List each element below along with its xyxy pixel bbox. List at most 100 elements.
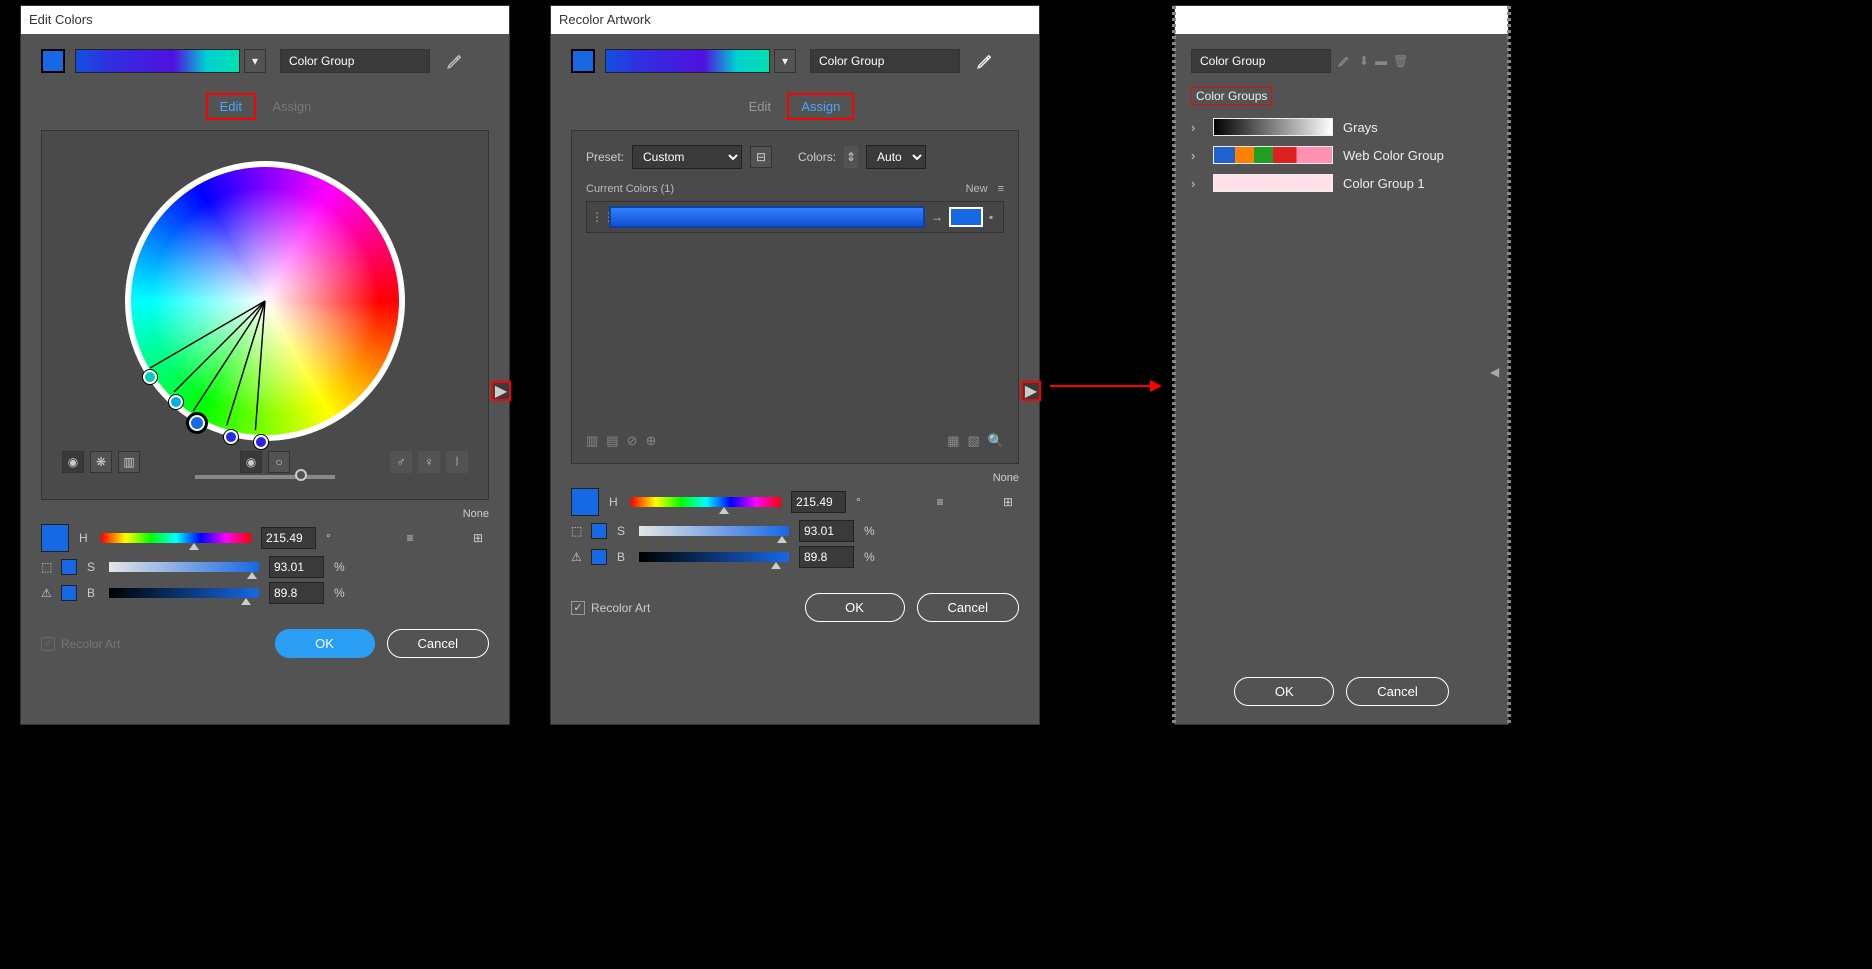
sat-slider[interactable] [109, 562, 259, 572]
folder-icon[interactable]: ▬ [1375, 54, 1387, 68]
chevron-icon[interactable]: › [1191, 120, 1203, 135]
color-group-item[interactable]: › Color Group 1 [1191, 169, 1492, 197]
hue-label: H [79, 531, 91, 545]
color-mode-icon[interactable]: ⊞ [997, 491, 1019, 513]
tab-edit[interactable]: Edit [206, 93, 256, 120]
link-colors-icon[interactable]: ⦚ [446, 451, 468, 473]
chevron-icon[interactable]: › [1191, 176, 1203, 191]
chevron-icon[interactable]: › [1191, 148, 1203, 163]
current-colors-label: Current Colors (1) [586, 183, 674, 195]
eyedropper-icon[interactable] [976, 52, 994, 70]
bright-input[interactable] [269, 582, 324, 604]
cancel-button[interactable]: Cancel [387, 629, 489, 658]
tab-edit[interactable]: Edit [736, 94, 784, 119]
color-group-name-input[interactable] [810, 49, 960, 73]
warn-icon: ⚠ [41, 586, 51, 600]
display-sat-icon[interactable]: ◉ [240, 451, 262, 473]
cancel-button[interactable]: Cancel [917, 593, 1019, 622]
current-color-bar[interactable] [609, 206, 925, 228]
color-node[interactable] [143, 370, 157, 384]
color-node[interactable] [254, 435, 268, 449]
color-group-name-input[interactable] [280, 49, 430, 73]
separate-icon[interactable]: ▤ [606, 433, 618, 449]
active-color-swatch[interactable] [571, 49, 595, 73]
expand-panel-icon[interactable]: ▶ [491, 381, 511, 401]
eyedropper-icon[interactable] [446, 52, 464, 70]
row-handle-icon[interactable]: ⋮⋮ [591, 210, 603, 224]
display-bright-icon[interactable]: ○ [268, 451, 290, 473]
hsb-menu-icon[interactable]: ≡ [929, 491, 951, 513]
tab-assign[interactable]: Assign [259, 94, 324, 119]
ok-button[interactable]: OK [275, 629, 375, 658]
new-row-icon[interactable]: ⊕ [646, 433, 657, 449]
hue-slider[interactable] [101, 533, 251, 543]
hue-input[interactable] [791, 491, 846, 513]
ok-button[interactable]: OK [805, 593, 905, 622]
degree-label: ° [856, 495, 861, 509]
brightness-slider[interactable] [195, 475, 335, 479]
color-group-strip[interactable] [75, 49, 240, 73]
bright-slider[interactable] [109, 588, 259, 598]
colors-select[interactable]: Auto [866, 145, 926, 169]
color-group-item[interactable]: › Web Color Group [1191, 141, 1492, 169]
hue-slider[interactable] [631, 497, 781, 507]
color-group-dropdown[interactable]: ▾ [774, 49, 796, 73]
new-color-swatch[interactable] [949, 207, 983, 227]
color-group-item[interactable]: › Grays [1191, 113, 1492, 141]
color-node[interactable] [169, 395, 183, 409]
hsb-swatch[interactable] [571, 488, 599, 516]
color-mode-icon[interactable]: ⊞ [467, 527, 489, 549]
exclude-icon[interactable]: ⊘ [627, 433, 638, 449]
bright-slider[interactable] [639, 552, 789, 562]
smooth-wheel-icon[interactable]: ◉ [62, 451, 84, 473]
color-group-dropdown[interactable]: ▾ [244, 49, 266, 73]
color-group-strip[interactable] [605, 49, 770, 73]
merge-icon[interactable]: ▥ [586, 433, 598, 449]
titlebar: Recolor Artwork [551, 6, 1039, 34]
hsb-swatch[interactable] [41, 524, 69, 552]
recolor-art-checkbox[interactable]: ✓ Recolor Art [571, 601, 650, 615]
sat-label: S [617, 524, 629, 538]
color-wheel-panel: ◉ ❋ ▥ ◉ ○ ♂ ♀ ⦚ [41, 130, 489, 500]
titlebar [1175, 6, 1508, 34]
annotation-arrow [1050, 385, 1160, 387]
color-node-active[interactable] [186, 412, 208, 434]
trash-icon[interactable]: 🗑 [1393, 54, 1408, 68]
bright-input[interactable] [799, 546, 854, 568]
ok-button[interactable]: OK [1234, 677, 1334, 706]
preset-select[interactable]: Custom [632, 145, 742, 169]
hue-input[interactable] [261, 527, 316, 549]
bright-label: B [617, 550, 629, 564]
color-wheel[interactable] [125, 161, 405, 441]
eyedropper-icon[interactable] [1337, 52, 1353, 71]
color-node[interactable] [224, 430, 238, 444]
preset-options-icon[interactable]: ⊟ [750, 146, 772, 168]
swatch-dropdown-icon[interactable]: ▪ [989, 210, 999, 224]
assign-panel: Preset: Custom ⊟ Colors: ⇕ Auto Current … [571, 130, 1019, 464]
collapse-panel-icon[interactable]: ◀ [1490, 365, 1500, 379]
options-menu-icon[interactable]: ≡ [998, 183, 1004, 195]
tab-assign[interactable]: Assign [787, 93, 854, 120]
segmented-wheel-icon[interactable]: ❋ [90, 451, 112, 473]
color-bars-icon[interactable]: ▥ [118, 451, 140, 473]
sat-input[interactable] [269, 556, 324, 578]
color-groups-panel: ⬇ ▬ 🗑 Color Groups › Grays › Web Color G… [1174, 5, 1509, 725]
remove-color-icon[interactable]: ♀ [418, 451, 440, 473]
degree-label: ° [326, 531, 331, 545]
sat-input[interactable] [799, 520, 854, 542]
edit-colors-dialog: Edit Colors ▾ Edit Assign [20, 5, 510, 725]
tints-icon[interactable]: ▦ [947, 433, 959, 449]
hsb-menu-icon[interactable]: ≡ [399, 527, 421, 549]
save-group-icon[interactable]: ⬇ [1359, 54, 1369, 68]
sat-slider[interactable] [639, 526, 789, 536]
cancel-button[interactable]: Cancel [1346, 677, 1448, 706]
cube-icon: ⬚ [571, 524, 581, 538]
recolor-art-checkbox: ✓ Recolor Art [41, 637, 120, 651]
stepper-icon[interactable]: ⇕ [844, 146, 858, 168]
add-color-icon[interactable]: ♂ [390, 451, 412, 473]
color-group-name-input[interactable] [1191, 49, 1331, 73]
active-color-swatch[interactable] [41, 49, 65, 73]
expand-panel-icon[interactable]: ▶ [1021, 381, 1041, 401]
find-icon[interactable]: 🔍 [988, 433, 1004, 449]
scale-icon[interactable]: ▧ [968, 433, 980, 449]
